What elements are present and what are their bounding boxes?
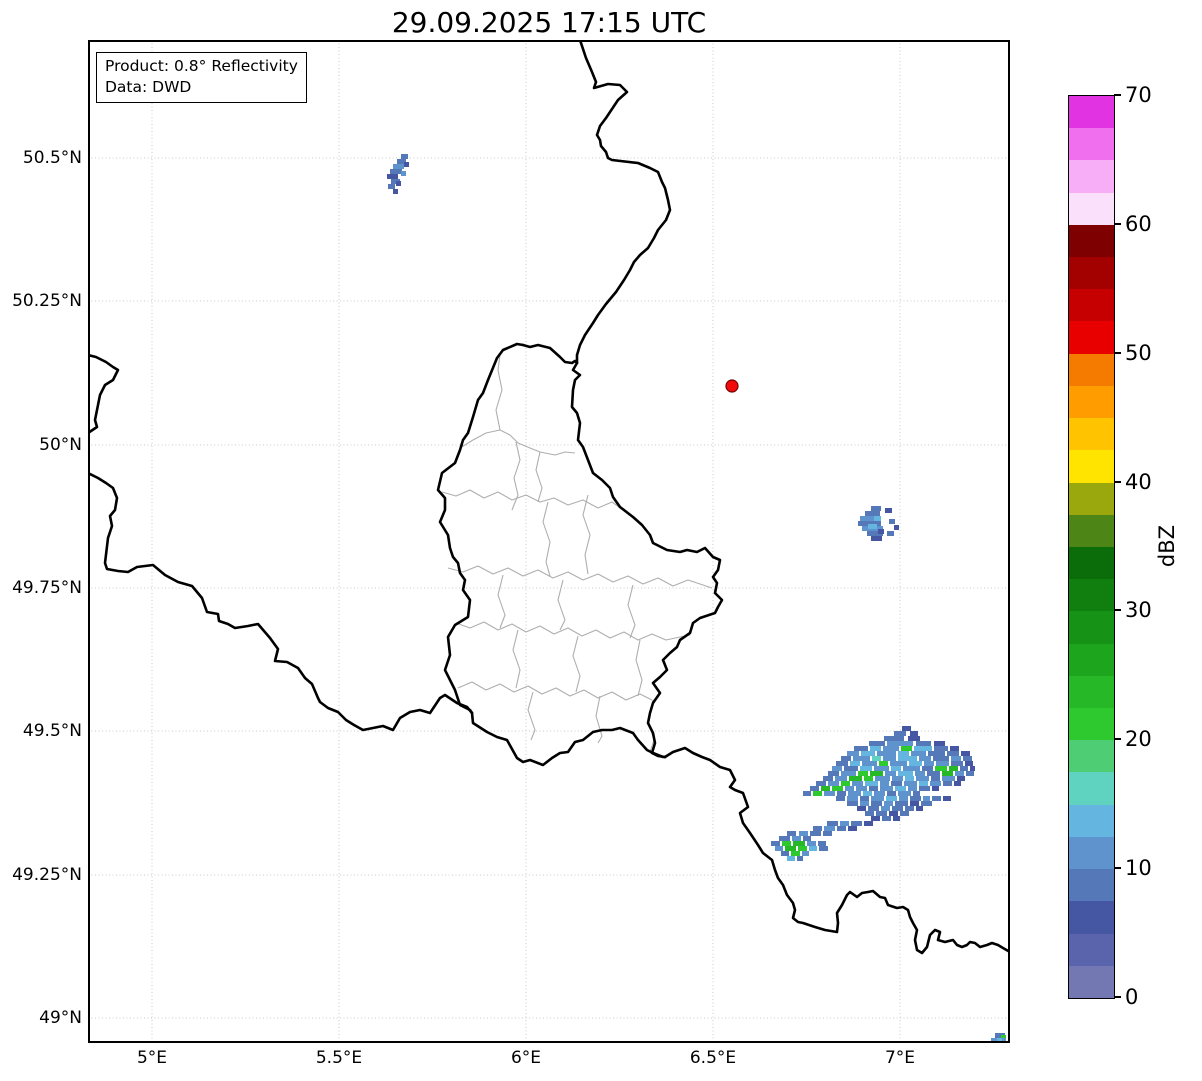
colorbar-segment	[1069, 836, 1114, 870]
colorbar-segment	[1069, 869, 1114, 902]
colorbar-segment	[1069, 643, 1114, 676]
colorbar-segment	[1069, 804, 1114, 837]
colorbar-tick-label: 10	[1125, 856, 1152, 881]
colorbar-tick	[1114, 738, 1121, 741]
figure-root: 29.09.2025 17:15 UTC Product: 0.8° Refle…	[0, 0, 1202, 1081]
product-info-box: Product: 0.8° Reflectivity Data: DWD	[96, 52, 307, 103]
colorbar-segment	[1069, 482, 1114, 515]
radar-map	[88, 40, 1010, 1043]
colorbar-segment	[1069, 933, 1114, 966]
colorbar-tick	[1114, 94, 1121, 96]
colorbar-tick	[1114, 867, 1121, 870]
colorbar-segment	[1069, 675, 1114, 709]
colorbar-segment	[1069, 353, 1114, 386]
colorbar-tick-label: 50	[1125, 340, 1152, 365]
colorbar-segment	[1069, 289, 1114, 322]
axis-tick-label: 49.5°N	[22, 721, 82, 741]
map-plot-area: Product: 0.8° Reflectivity Data: DWD	[88, 40, 1010, 1043]
border-luxembourg-west	[436, 342, 525, 715]
colorbar-segment	[1069, 772, 1114, 805]
colorbar-segment	[1069, 546, 1114, 580]
colorbar-tick	[1114, 996, 1121, 998]
colorbar-tick-label: 40	[1125, 469, 1152, 494]
colorbar-tick-label: 60	[1125, 211, 1152, 236]
colorbar-segment	[1069, 965, 1114, 998]
axis-tick-label: 49.25°N	[12, 865, 82, 885]
colorbar-tick	[1114, 222, 1121, 225]
colorbar-tick-label: 0	[1125, 985, 1139, 1009]
plot-title: 29.09.2025 17:15 UTC	[391, 6, 707, 39]
colorbar-segment	[1069, 740, 1114, 773]
colorbar-tick-label: 30	[1125, 598, 1152, 623]
border-luxembourg-south	[470, 711, 667, 767]
axis-tick-label: 5.5°E	[315, 1048, 363, 1068]
colorbar-segment	[1069, 418, 1114, 451]
colorbar-tick	[1114, 609, 1121, 612]
colorbar-segment	[1069, 450, 1114, 483]
colorbar-segment	[1069, 514, 1114, 547]
colorbar-label: dBZ	[1155, 524, 1179, 568]
colorbar-tick	[1114, 480, 1121, 483]
colorbar-segment	[1069, 95, 1114, 129]
colorbar-segment	[1069, 192, 1114, 225]
colorbar-segment	[1069, 901, 1114, 934]
border-france-belgium	[88, 471, 474, 732]
colorbar-segment	[1069, 256, 1114, 290]
axis-tick-label: 49°N	[39, 1008, 82, 1028]
axis-tick-label: 7°E	[884, 1048, 916, 1068]
product-line: Product: 0.8° Reflectivity	[105, 57, 298, 75]
data-source-line: Data: DWD	[105, 78, 192, 96]
axis-tick-label: 6°E	[510, 1048, 542, 1068]
axis-tick-label: 49.75°N	[12, 578, 82, 598]
axis-tick-label: 50.5°N	[22, 148, 82, 168]
axis-tick-label: 50°N	[39, 435, 82, 455]
colorbar-tick-label: 20	[1125, 727, 1152, 752]
colorbar-segment	[1069, 160, 1114, 193]
radar-site-marker	[725, 379, 739, 393]
colorbar-segment	[1069, 579, 1114, 612]
colorbar-segment	[1069, 128, 1114, 161]
colorbar-segment	[1069, 224, 1114, 257]
colorbar-segment	[1069, 611, 1114, 644]
colorbar-tick	[1114, 351, 1121, 354]
colorbar-segment	[1069, 321, 1114, 354]
border-luxembourg-north	[521, 343, 579, 365]
colorbar	[1068, 95, 1115, 999]
border-france-belgium-upper	[88, 353, 120, 435]
radar-echoes	[387, 154, 1006, 1043]
colorbar-segment	[1069, 708, 1114, 741]
border-belgium-germany	[575, 40, 672, 365]
axis-tick-label: 6.5°E	[689, 1048, 737, 1068]
colorbar-segment	[1069, 385, 1114, 419]
axis-tick-label: 5°E	[136, 1048, 168, 1068]
axis-tick-label: 50.25°N	[12, 291, 82, 311]
colorbar-tick-label: 70	[1125, 83, 1152, 107]
